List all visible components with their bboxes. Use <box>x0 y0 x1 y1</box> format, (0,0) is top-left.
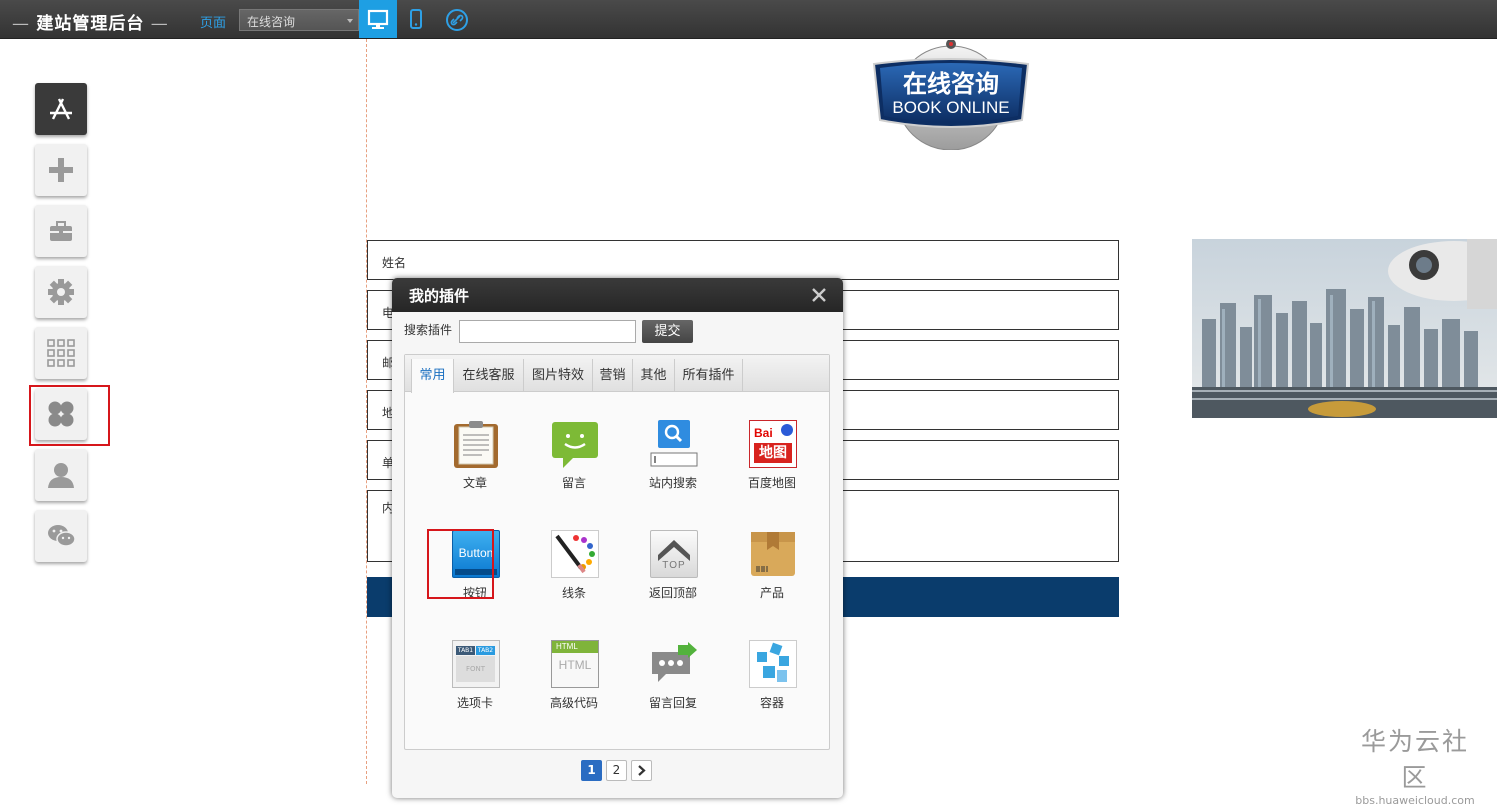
tab2-text: TAB2 <box>476 646 495 655</box>
plugin-message[interactable]: 留言 <box>529 420 619 500</box>
app-title: — 建站管理后台 — <box>12 14 169 34</box>
plugin-label: 站内搜索 <box>648 476 697 490</box>
plugin-container[interactable]: 容器 <box>727 640 817 720</box>
message-icon <box>552 422 598 468</box>
map-icon-text: 地图 <box>754 443 792 463</box>
settings-button[interactable] <box>35 266 87 318</box>
plugin-panel: 常用 在线客服 图片特效 营销 其他 所有插件 文章 留言 站内搜索 Bai 地… <box>404 354 830 750</box>
watermark: 华为云社区 bbs.huaweicloud.com <box>1350 722 1480 807</box>
my-plugins-dialog: 我的插件 搜索插件 提交 常用 在线客服 图片特效 营销 其他 所有插件 文章 <box>392 278 843 798</box>
add-button[interactable] <box>35 144 87 196</box>
plugin-label: 高级代码 <box>549 696 598 710</box>
user-icon <box>48 463 74 488</box>
grid-icon <box>47 339 75 367</box>
product-icon <box>751 532 795 576</box>
plugin-label: 返回顶部 <box>648 586 697 600</box>
paw-icon <box>781 424 793 436</box>
dialog-header: 我的插件 <box>392 278 843 312</box>
page-select-value: 在线咨询 <box>247 15 296 29</box>
plugin-label: 留言回复 <box>648 696 697 710</box>
plugin-product[interactable]: 产品 <box>727 530 817 610</box>
plugin-label: 产品 <box>759 586 784 600</box>
article-icon <box>454 421 498 468</box>
app-store-icon <box>50 98 72 120</box>
grid-button[interactable] <box>35 327 87 379</box>
tab-online-service[interactable]: 在线客服 <box>454 359 524 392</box>
dialog-title: 我的插件 <box>409 287 470 305</box>
plugin-label: 选项卡 <box>456 696 493 710</box>
plugin-label: 文章 <box>462 476 487 490</box>
plugin-line[interactable]: 线条 <box>529 530 619 610</box>
plugin-label: 线条 <box>561 586 586 600</box>
link-icon <box>446 9 468 31</box>
book-online-badge[interactable]: 在线咨询 BOOK ONLINE <box>872 39 1030 151</box>
badge-subtitle: BOOK ONLINE <box>892 98 1010 117</box>
close-icon[interactable] <box>810 286 828 304</box>
plus-icon <box>49 158 73 182</box>
plugin-message-reply[interactable]: 留言回复 <box>628 640 718 720</box>
mobile-view-button[interactable] <box>397 0 435 38</box>
wechat-icon <box>48 525 76 547</box>
search-input[interactable] <box>459 320 636 343</box>
desktop-icon <box>367 9 389 29</box>
tab-common[interactable]: 常用 <box>411 359 454 393</box>
plugin-back-to-top[interactable]: TOP 返回顶部 <box>628 530 718 610</box>
chevron-down-icon <box>347 19 353 23</box>
page-label: 页面 <box>200 16 227 31</box>
wechat-button[interactable] <box>35 510 87 562</box>
container-icon <box>749 640 797 688</box>
plugin-tabs[interactable]: TAB1 TAB2 FONT 选项卡 <box>430 640 520 720</box>
page-select[interactable]: 在线咨询 <box>239 9 359 31</box>
site-search-icon <box>650 420 698 467</box>
chevron-right-icon <box>638 765 646 776</box>
watermark-title: 华为云社区 <box>1360 727 1469 792</box>
toolbox-button[interactable] <box>35 205 87 257</box>
html-code-icon: HTML HTML <box>551 640 599 688</box>
button-plugin-highlight-box <box>427 529 494 599</box>
top-icon-text: TOP <box>662 560 686 571</box>
form-field[interactable]: 姓名 <box>367 240 1119 280</box>
page-1-button[interactable]: 1 <box>581 760 602 781</box>
message-reply-icon <box>652 642 697 682</box>
badge-title: 在线咨询 <box>903 69 999 98</box>
back-to-top-icon: TOP <box>650 530 698 578</box>
tab-other[interactable]: 其他 <box>633 359 675 392</box>
user-button[interactable] <box>35 449 87 501</box>
tab-marketing[interactable]: 营销 <box>593 359 633 392</box>
plugin-baidu-map[interactable]: Bai 地图 百度地图 <box>727 420 817 500</box>
tab-all-plugins[interactable]: 所有插件 <box>675 359 743 392</box>
mobile-icon <box>410 9 422 29</box>
app-store-button[interactable] <box>35 83 87 135</box>
html-header-text: HTML <box>556 642 578 651</box>
desktop-view-button[interactable] <box>359 0 397 38</box>
link-button[interactable] <box>437 0 475 38</box>
font-text: FONT <box>456 656 495 682</box>
plugin-label: 留言 <box>561 476 586 490</box>
top-toolbar: — 建站管理后台 — 页面 在线咨询 <box>0 0 1497 39</box>
plugin-label: 容器 <box>759 696 784 710</box>
page-2-button[interactable]: 2 <box>606 760 627 781</box>
line-icon <box>551 530 599 578</box>
tabs-icon: TAB1 TAB2 FONT <box>452 640 500 688</box>
plugin-label: 百度地图 <box>747 476 796 490</box>
toolbox-icon <box>50 221 72 241</box>
baidu-map-icon: Bai 地图 <box>749 420 797 468</box>
baidu-icon-text: Bai <box>754 426 773 440</box>
tab-image-effects[interactable]: 图片特效 <box>524 359 593 392</box>
next-page-button[interactable] <box>631 760 652 781</box>
plugin-site-search[interactable]: 站内搜索 <box>628 420 718 500</box>
field-label: 姓名 <box>382 256 407 270</box>
plugin-html-code[interactable]: HTML HTML 高级代码 <box>529 640 619 720</box>
plugin-article[interactable]: 文章 <box>430 420 520 500</box>
plugin-tabs: 常用 在线客服 图片特效 营销 其他 所有插件 <box>405 355 829 393</box>
city-camera-photo <box>1192 239 1497 418</box>
watermark-url: bbs.huaweicloud.com <box>1355 794 1475 807</box>
search-submit-button[interactable]: 提交 <box>642 320 693 343</box>
plugin-highlight-box <box>29 385 110 446</box>
search-label: 搜索插件 <box>404 323 453 337</box>
gear-icon <box>48 279 74 305</box>
html-body-text: HTML <box>558 658 592 672</box>
tab1-text: TAB1 <box>456 646 475 655</box>
